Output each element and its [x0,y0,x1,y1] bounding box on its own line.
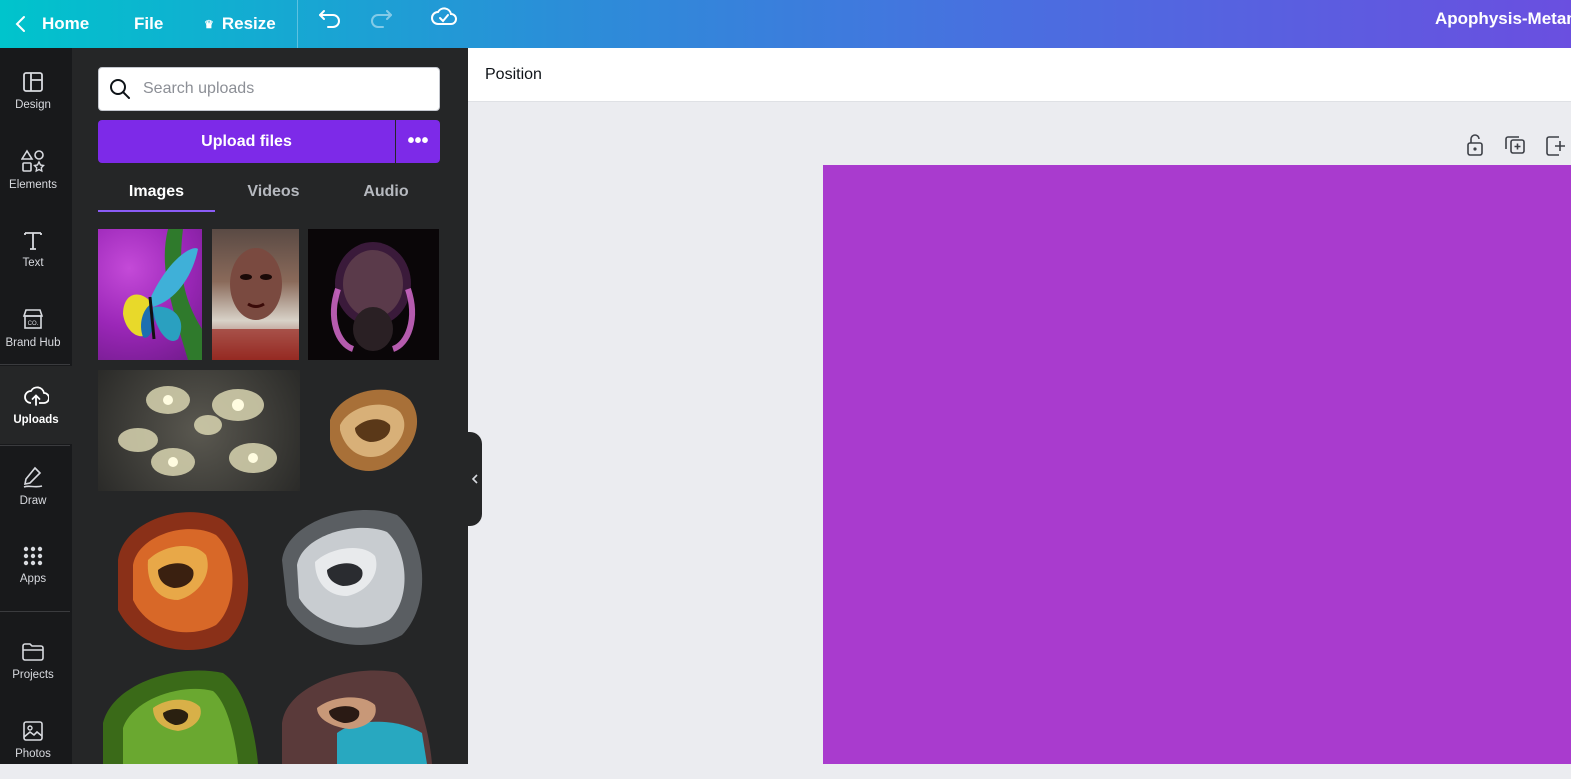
search-input[interactable] [143,80,423,98]
home-label: Home [42,14,90,33]
duplicate-icon [1505,136,1525,154]
green-swirl-image [103,670,258,764]
tab-videos[interactable]: Videos [215,172,332,212]
rail-label-apps: Apps [19,573,47,585]
svg-text:CO.: CO. [28,321,39,327]
lock-button[interactable] [1464,133,1486,157]
top-bar: Home File ♛ Resize Apophysis-Metam [0,0,1571,48]
upload-thumbnail-silver-swirl[interactable] [277,500,439,657]
flowers-image [118,386,277,476]
upload-thumbnail-green-swirl[interactable] [98,663,264,764]
rail-divider [0,611,70,612]
pen-icon [23,466,43,488]
crown-icon: ♛ [204,18,214,31]
rail-item-brand-hub[interactable]: CO. Brand Hub [0,289,66,367]
cloud-upload-icon [24,386,49,406]
rail-divider [0,445,70,446]
red-swirl-image [118,512,249,650]
resize-label: Resize [221,14,276,33]
left-rail: Design Elements Text CO. Brand Hub Uploa… [0,48,72,764]
redo-icon [371,10,392,28]
upload-files-button[interactable]: Upload files [98,120,395,163]
rail-item-photos[interactable]: Photos [0,701,66,779]
gold-swirl-image [330,389,418,471]
save-status-button[interactable] [430,5,458,34]
rail-item-design[interactable]: Design [0,52,66,130]
undo-button[interactable] [318,7,342,34]
upload-thumbnail-teal-swirl[interactable] [277,663,439,764]
design-title[interactable]: Apophysis-Metam [1435,0,1571,38]
active-tab-indicator [98,210,215,212]
upload-thumbnail-flowers[interactable] [98,370,300,491]
context-toolbar: Position [468,48,1571,102]
upload-thumbnail-red-swirl[interactable] [98,500,264,657]
search-icon [110,79,130,99]
chevron-left-icon [15,16,25,32]
position-button[interactable]: Position [485,48,542,102]
more-dots-icon: ••• [407,130,429,152]
rail-item-apps[interactable]: Apps [0,526,66,604]
toolbar-divider [297,0,298,48]
rail-label-photos: Photos [15,748,51,760]
redo-button[interactable] [369,7,393,34]
upload-thumbnail-dark-figure[interactable] [308,229,439,360]
upload-thumbnail-face[interactable] [212,229,299,360]
folder-icon [22,643,44,661]
tab-audio[interactable]: Audio [332,172,440,212]
silver-swirl-image [282,510,423,645]
rail-item-elements[interactable]: Elements [0,131,66,209]
upload-thumbnail-butterfly[interactable] [98,229,202,360]
grid-icon [23,546,43,566]
collapse-panel-button[interactable] [468,432,482,526]
search-box[interactable] [98,67,440,111]
butterfly-image [123,229,202,360]
face-image [212,248,299,360]
rail-item-uploads[interactable]: Uploads [0,366,72,444]
chevron-left-icon [471,474,478,484]
rail-divider [0,364,70,365]
rail-label-draw: Draw [19,495,47,507]
file-label: File [134,14,164,33]
rail-label-elements: Elements [9,179,57,191]
more-options-button[interactable]: ••• [396,120,440,163]
teal-swirl-image [282,670,432,764]
unlock-icon [1467,134,1483,156]
rail-label-projects: Projects [12,669,54,681]
rail-item-draw[interactable]: Draw [0,447,66,525]
brand-icon: CO. [22,309,44,329]
rail-label-uploads: Uploads [13,414,59,426]
layout-icon [23,72,43,92]
duplicate-page-button[interactable] [1504,133,1526,157]
rail-item-text[interactable]: Text [0,210,66,288]
shapes-icon [21,149,45,173]
text-icon [24,232,42,250]
media-tabs: Images Videos Audio [98,172,440,212]
rail-label-design: Design [15,99,51,111]
uploads-panel: Upload files ••• Images Videos Audio [72,48,468,764]
file-menu-button[interactable]: File [134,0,163,48]
rail-item-projects[interactable]: Projects [0,622,66,700]
upload-thumbnail-gold-swirl[interactable] [310,370,430,491]
cloud-check-icon [431,7,457,25]
rail-label-brand-hub: Brand Hub [5,337,61,349]
undo-icon [319,10,340,28]
resize-button[interactable]: ♛ Resize [204,0,276,48]
rail-label-text: Text [22,257,44,269]
image-icon [23,721,43,741]
tab-images[interactable]: Images [98,172,215,212]
design-page[interactable] [823,165,1571,764]
add-page-icon [1546,136,1565,156]
dark-figure-image [331,242,415,352]
home-button[interactable]: Home [14,0,89,48]
add-page-button[interactable] [1543,133,1565,157]
